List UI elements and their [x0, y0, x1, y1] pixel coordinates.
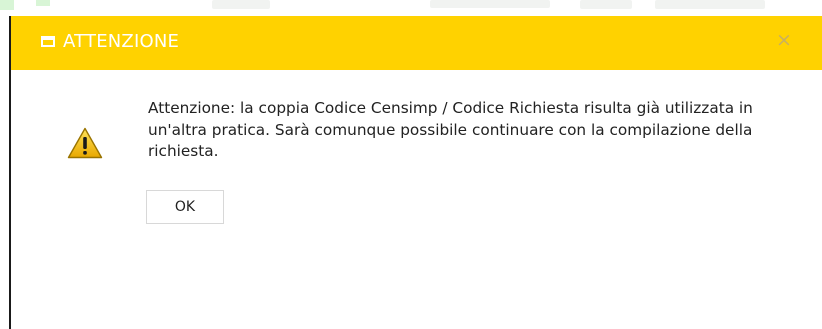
background-accent — [0, 0, 14, 10]
warning-triangle-icon — [67, 127, 103, 159]
dialog-title: ATTENZIONE — [63, 31, 180, 52]
attention-dialog: ATTENZIONE × Attenzione: la coppia Codic… — [9, 16, 822, 329]
background-accent — [36, 0, 50, 6]
ok-button[interactable]: OK — [146, 190, 224, 224]
dialog-titlebar: ATTENZIONE × — [11, 16, 822, 70]
background-shape — [430, 0, 550, 8]
background-shape — [655, 0, 765, 9]
background-shape — [212, 0, 270, 9]
close-button[interactable]: × — [773, 29, 795, 51]
background-shape — [580, 0, 632, 9]
dialog-message: Attenzione: la coppia Codice Censimp / C… — [148, 99, 753, 160]
window-icon — [41, 36, 55, 47]
